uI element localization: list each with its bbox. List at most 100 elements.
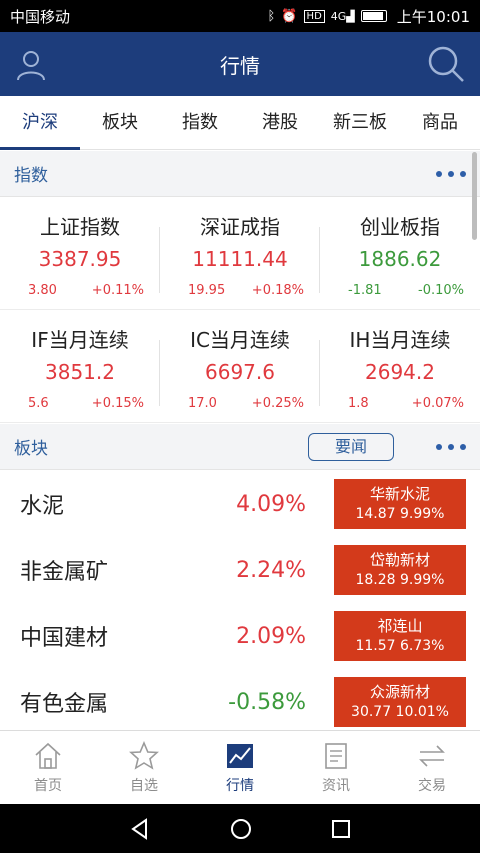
index-pct: +0.11% [91,283,144,298]
alarm-icon: ⏰ [281,8,298,24]
index-name: IF当月连续 [31,328,129,352]
nav-trade[interactable]: 交易 [384,731,480,804]
index-pct: -0.10% [418,283,464,298]
index-name: 深证成指 [200,215,280,239]
tab-shangpin[interactable]: 商品 [400,96,480,150]
market-tabs: 沪深 板块 指数 港股 新三板 商品 [0,96,480,150]
nav-label: 资讯 [322,778,350,794]
index-grid: 上证指数 3387.95 3.80 +0.11% 深证成指 11111.44 19… [0,197,480,423]
status-bar: 中国移动 ᛒ ⏰ HD 4G▟ 上午10:01 [0,0,480,32]
index-section-title: 指数 [14,166,48,186]
recents-icon[interactable] [330,818,352,840]
index-change: 19.95 [188,283,226,298]
index-value: 2694.2 [365,360,435,384]
tab-bankuai[interactable]: 板块 [80,96,160,150]
sector-row[interactable]: 有色金属 -0.58% 众源新材 30.77 10.01% [0,669,480,735]
news-icon [325,743,347,769]
bottom-nav: 首页 自选 行情 资讯 交易 [0,730,480,804]
tab-ganggu[interactable]: 港股 [240,96,320,150]
index-pct: +0.18% [251,283,304,298]
index-change: 3.80 [28,283,57,298]
index-pct: +0.07% [411,396,464,411]
index-name: IC当月连续 [190,328,290,352]
news-button[interactable]: 要闻 [308,433,394,461]
leading-stock-name: 岱勒新材 [369,551,430,569]
scrollbar[interactable] [472,152,477,240]
sector-pct: -0.58% [228,689,306,715]
leading-stock[interactable]: 岱勒新材 18.28 9.99% [334,545,466,595]
leading-stock-info: 11.57 6.73% [355,638,445,654]
index-name: 上证指数 [40,215,120,239]
system-nav-bar [0,804,480,853]
sector-pct: 2.09% [236,623,306,649]
index-pct: +0.15% [91,396,144,411]
star-icon [129,741,159,770]
battery-icon [360,10,387,22]
index-card[interactable]: 创业板指 1886.62 -1.81 -0.10% [320,197,480,309]
sector-section-header: 板块 要闻 [0,424,480,470]
index-card[interactable]: 上证指数 3387.95 3.80 +0.11% [0,197,160,309]
nav-label: 交易 [418,778,446,794]
user-icon[interactable] [14,48,48,82]
index-change: 1.8 [348,396,369,411]
leading-stock-info: 30.77 10.01% [351,704,449,720]
leading-stock-name: 众源新材 [369,683,430,701]
hd-icon: HD [303,9,325,23]
4g-signal-icon: 4G▟ [330,9,355,23]
index-card[interactable]: IF当月连续 3851.2 5.6 +0.15% [0,310,160,422]
home-circle-icon[interactable] [229,817,253,841]
chart-icon [227,744,253,768]
leading-stock-name: 祁连山 [377,617,423,635]
trade-icon [419,745,445,767]
nav-market[interactable]: 行情 [192,731,288,804]
index-card[interactable]: IC当月连续 6697.6 17.0 +0.25% [160,310,320,422]
index-change: 17.0 [188,396,217,411]
index-change: -1.81 [348,283,382,298]
back-icon[interactable] [128,817,152,841]
nav-label: 首页 [34,778,62,794]
more-icon[interactable] [436,170,466,177]
index-pct: +0.25% [251,396,304,411]
search-icon[interactable] [426,44,466,84]
carrier-name: 中国移动 [10,7,71,26]
more-icon[interactable] [436,443,466,450]
index-value: 11111.44 [192,247,288,271]
leading-stock-info: 18.28 9.99% [355,572,445,588]
sector-row[interactable]: 非金属矿 2.24% 岱勒新材 18.28 9.99% [0,537,480,603]
sector-name: 中国建材 [20,626,109,651]
page-title: 行情 [220,53,260,78]
index-name: 创业板指 [360,215,440,239]
index-value: 3851.2 [45,360,115,384]
leading-stock[interactable]: 祁连山 11.57 6.73% [334,611,466,661]
sector-row[interactable]: 中国建材 2.09% 祁连山 11.57 6.73% [0,603,480,669]
bluetooth-icon: ᛒ [267,8,276,24]
index-card[interactable]: IH当月连续 2694.2 1.8 +0.07% [320,310,480,422]
index-value: 3387.95 [38,247,122,271]
nav-home[interactable]: 首页 [0,731,96,804]
tab-zhishu[interactable]: 指数 [160,96,240,150]
app-header: 行情 [0,32,480,96]
index-section-header: 指数 [0,151,480,197]
tab-hushen[interactable]: 沪深 [0,96,80,150]
sector-list: 水泥 4.09% 华新水泥 14.87 9.99% 非金属矿 2.24% 岱勒新… [0,471,480,735]
tab-xinsanban[interactable]: 新三板 [320,96,400,150]
leading-stock[interactable]: 华新水泥 14.87 9.99% [334,479,466,529]
index-value: 1886.62 [358,247,442,271]
index-name: IH当月连续 [349,328,451,352]
index-card[interactable]: 深证成指 11111.44 19.95 +0.18% [160,197,320,309]
sector-pct: 4.09% [236,491,306,517]
sector-row[interactable]: 水泥 4.09% 华新水泥 14.87 9.99% [0,471,480,537]
nav-label: 行情 [226,778,254,794]
sector-name: 非金属矿 [20,560,109,585]
sector-pct: 2.24% [236,557,306,583]
home-icon [35,742,61,769]
leading-stock[interactable]: 众源新材 30.77 10.01% [334,677,466,727]
index-change: 5.6 [28,396,49,411]
leading-stock-info: 14.87 9.99% [355,506,445,522]
index-value: 6697.6 [205,360,275,384]
clock: 上午10:01 [396,7,470,26]
sector-name: 水泥 [20,494,65,519]
nav-watchlist[interactable]: 自选 [96,731,192,804]
nav-news[interactable]: 资讯 [288,731,384,804]
sector-name: 有色金属 [20,692,109,717]
